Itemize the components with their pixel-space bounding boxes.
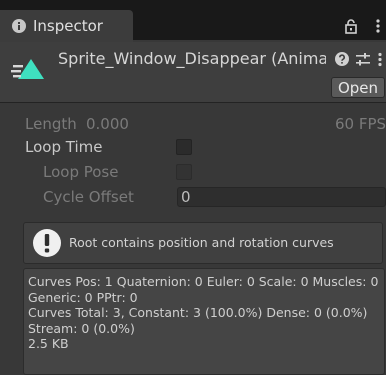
animation-clip-icon [11,59,44,79]
cycle-offset-label: Cycle Offset [43,188,134,206]
clip-info-box: Curves Pos: 1 Quaternion: 0 Euler: 0 Sca… [23,268,385,375]
info-line: Generic: 0 PPtr: 0 [28,289,138,305]
loop-pose-checkbox[interactable] [176,164,192,180]
asset-title: Sprite_Window_Disappear (Animati [58,49,326,68]
tab-inspector[interactable]: Inspector [0,10,133,42]
open-button[interactable]: Open [331,77,385,98]
tab-title: Inspector [33,17,103,35]
warning-icon [33,229,61,257]
loop-pose-label: Loop Pose [43,163,119,181]
info-line: Curves Total: 3, Constant: 3 (100.0%) De… [28,305,368,320]
fps-label: 60 FPS [335,115,386,133]
preset-icon[interactable] [355,52,371,67]
tab-bar: Inspector [0,0,386,42]
info-icon [12,19,26,33]
loop-time-checkbox[interactable] [176,139,192,155]
lock-icon[interactable] [344,18,358,34]
loop-time-label: Loop Time [25,138,103,156]
inspector-header: Sprite_Window_Disappear (Animati Open [0,42,386,103]
kebab-menu-icon[interactable] [375,18,381,34]
help-box-message: Root contains position and rotation curv… [69,235,334,250]
length-label: Length [25,115,77,133]
help-box: Root contains position and rotation curv… [23,222,383,264]
kebab-menu-icon[interactable] [377,52,383,67]
cycle-offset-field[interactable]: 0 [177,187,386,207]
help-icon[interactable] [335,52,349,66]
info-line: 2.5 KB [28,336,69,351]
info-line: Stream: 0 (0.0%) [28,320,135,336]
length-value: 0.000 [86,115,129,133]
info-line: Curves Pos: 1 Quaternion: 0 Euler: 0 Sca… [28,274,379,289]
